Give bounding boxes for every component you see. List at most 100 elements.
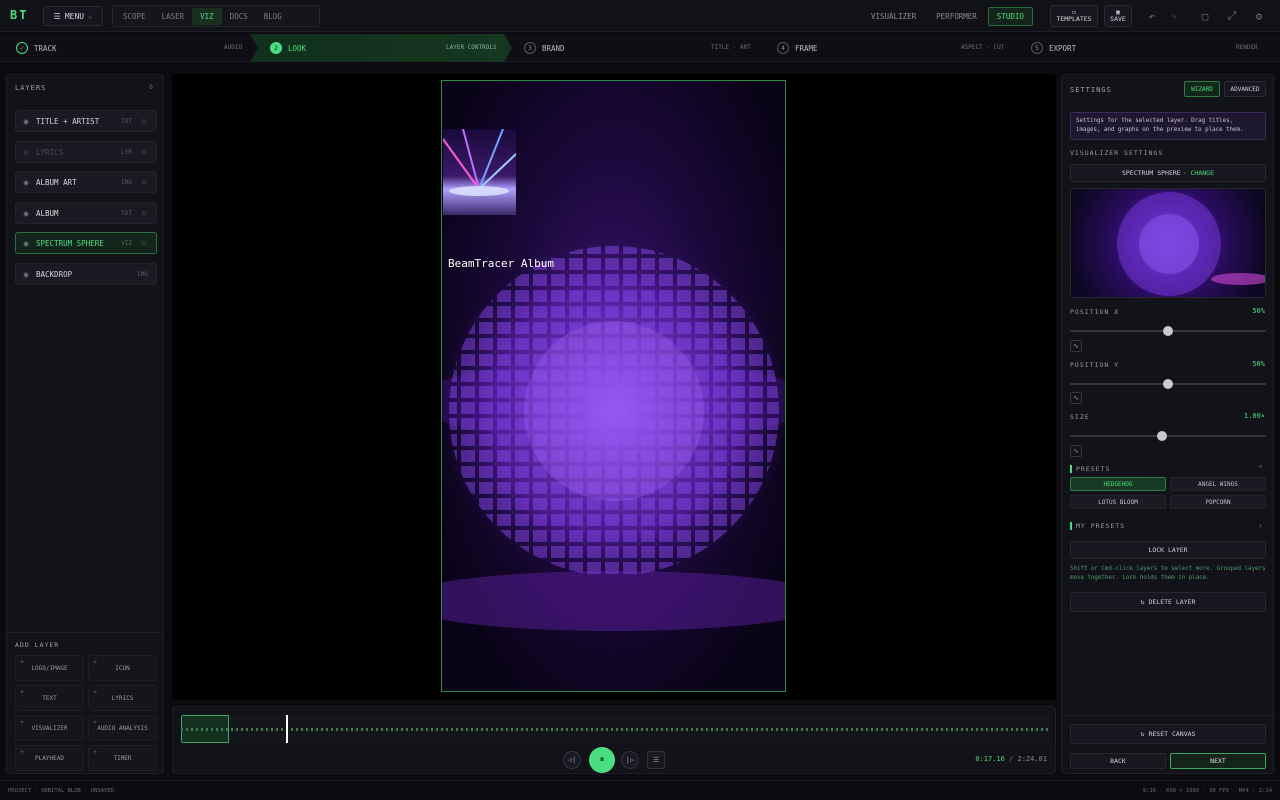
size-slider[interactable] [1070, 431, 1266, 441]
eye-icon[interactable]: ◉ [16, 270, 36, 279]
site-nav: SCOPE LASER VIZ DOCS BLOG [112, 5, 320, 27]
visualizer-selector[interactable]: SPECTRUM SPHERE · CHANGE [1070, 164, 1266, 182]
nav-blog[interactable]: BLOG [256, 8, 290, 25]
lock-icon[interactable]: ⌂ [142, 178, 146, 186]
preview-canvas[interactable]: BeamTracer Album [441, 80, 786, 692]
fullscreen-icon[interactable]: ⤢ [1224, 8, 1240, 24]
step-number: 2 [270, 42, 282, 54]
layer-lyrics[interactable]: ⊘ LYRICS LYR ⌂ [15, 141, 157, 163]
add-lyrics-button[interactable]: + LYRICS [88, 685, 157, 711]
layers-panel: LAYERS 6 ◉ TITLE + ARTIST TXT ⌂ ⊘ LYRICS… [6, 74, 164, 774]
change-link[interactable]: · CHANGE [1183, 169, 1214, 177]
presets-title: PRESETS [1076, 465, 1111, 473]
step-track[interactable]: ✓ TRACK AUDIO [16, 34, 246, 62]
layer-backdrop[interactable]: ◉ BACKDROP IMG [15, 263, 157, 285]
step-frame[interactable]: 4 FRAME ASPECT · CUT [777, 34, 1017, 62]
lock-icon[interactable]: ⌂ [142, 239, 146, 247]
mode-visualizer[interactable]: VISUALIZER [862, 7, 925, 26]
save-button[interactable]: ▣ SAVE [1104, 5, 1132, 27]
layer-album-art[interactable]: ◉ ALBUM ART IMG ⌂ [15, 171, 157, 193]
save-label: SAVE [1110, 15, 1126, 23]
waveform-icon[interactable]: ∿ [1070, 340, 1082, 352]
skip-forward-icon[interactable]: |▷ [621, 751, 639, 769]
visualizer-preview [1070, 188, 1266, 298]
layer-type: TXT [121, 209, 132, 217]
preset-hedgehog[interactable]: HEDGEHOG [1070, 477, 1166, 491]
add-label: LYRICS [111, 694, 134, 702]
preset-popcorn[interactable]: POPCORN [1170, 495, 1266, 509]
skip-back-icon[interactable]: ◁| [563, 751, 581, 769]
mode-switch: VISUALIZER PERFORMER STUDIO [862, 7, 1033, 26]
add-playhead-button[interactable]: + PLAYHEAD [15, 745, 84, 771]
menu-button[interactable]: ☰ MENU ⌄ [43, 6, 103, 26]
app-logo[interactable]: BT [10, 8, 28, 22]
templates-button[interactable]: ▭ TEMPLATES [1050, 5, 1098, 27]
plus-icon: + [20, 748, 25, 756]
step-look[interactable]: 2 LOOK LAYER CONTROLS [250, 34, 512, 62]
nav-docs[interactable]: DOCS [222, 8, 256, 25]
preset-angel-wings[interactable]: ANGEL WINGS [1170, 477, 1266, 491]
layer-type: IMG [137, 270, 148, 278]
back-button[interactable]: BACK [1070, 753, 1166, 769]
delete-layer-button[interactable]: ↻ DELETE LAYER [1070, 592, 1266, 612]
next-button[interactable]: NEXT [1170, 753, 1266, 769]
position-y-slider[interactable] [1070, 379, 1266, 389]
tab-wizard[interactable]: WIZARD [1184, 81, 1220, 97]
tab-advanced[interactable]: ADVANCED [1224, 81, 1266, 97]
chat-icon[interactable]: ▢ [1197, 8, 1213, 24]
plus-icon: + [20, 688, 25, 696]
eye-icon[interactable]: ◉ [16, 117, 36, 126]
lock-icon[interactable]: ⌂ [142, 209, 146, 217]
add-text-button[interactable]: + TEXT [15, 685, 84, 711]
lock-icon[interactable]: ⌂ [142, 117, 146, 125]
waveform-icon[interactable]: ∿ [1070, 445, 1082, 457]
add-icon-button[interactable]: + ICON [88, 655, 157, 681]
eye-icon[interactable]: ◉ [16, 239, 36, 248]
eye-icon[interactable]: ◉ [16, 178, 36, 187]
layer-title-artist[interactable]: ◉ TITLE + ARTIST TXT ⌂ [15, 110, 157, 132]
step-export[interactable]: 5 EXPORT RENDER [1031, 34, 1271, 62]
add-audio-analysis-button[interactable]: + AUDIO ANALYSIS [88, 715, 157, 741]
chevron-right-icon[interactable]: › [1258, 521, 1263, 530]
lock-layer-button[interactable]: LOCK LAYER [1070, 541, 1266, 559]
waveform-icon[interactable]: ∿ [1070, 392, 1082, 404]
eye-off-icon[interactable]: ⊘ [16, 148, 36, 157]
add-logo-image-button[interactable]: + LOGO/IMAGE [15, 655, 84, 681]
chevron-down-icon: ⌄ [88, 12, 93, 20]
play-pause-button[interactable]: ⏸ [589, 747, 615, 773]
reset-canvas-button[interactable]: ↻ RESET CANVAS [1070, 724, 1266, 744]
slider-knob[interactable] [1163, 326, 1173, 336]
step-brand[interactable]: 3 BRAND TITLE · ART [524, 34, 764, 62]
nav-viz[interactable]: VIZ [192, 7, 222, 25]
playhead[interactable] [286, 715, 288, 743]
nav-laser[interactable]: LASER [154, 8, 193, 25]
mode-performer[interactable]: PERFORMER [927, 7, 986, 26]
plus-icon: + [93, 748, 98, 756]
album-art-image[interactable] [442, 128, 517, 215]
time-separator: / [1009, 755, 1014, 763]
undo-icon[interactable]: ↶ [1144, 8, 1160, 24]
nav-scope[interactable]: SCOPE [115, 8, 154, 25]
eye-icon[interactable]: ◉ [16, 209, 36, 218]
add-label: AUDIO ANALYSIS [97, 724, 148, 732]
chevron-up-icon[interactable]: ⌃ [1258, 464, 1263, 473]
add-visualizer-button[interactable]: + VISUALIZER [15, 715, 84, 741]
add-label: TEXT [42, 694, 57, 702]
slider-knob[interactable] [1163, 379, 1173, 389]
mode-studio[interactable]: STUDIO [987, 7, 1033, 26]
redo-icon[interactable]: ↷ [1166, 8, 1182, 24]
menu-label: MENU [64, 11, 85, 21]
add-timer-button[interactable]: + TIMER [88, 745, 157, 771]
layer-album[interactable]: ◉ ALBUM TXT ⌂ [15, 202, 157, 224]
preset-lotus-bloom[interactable]: LOTUS BLOOM [1070, 495, 1166, 509]
waveform[interactable] [181, 715, 1049, 743]
position-x-slider[interactable] [1070, 326, 1266, 336]
layer-spectrum-sphere[interactable]: ◉ SPECTRUM SPHERE VIZ ⌂ [15, 232, 157, 254]
my-presets-header[interactable]: MY PRESETS [1070, 522, 1125, 530]
gear-icon[interactable]: ⚙ [1251, 8, 1267, 24]
lock-icon[interactable]: ⌂ [142, 148, 146, 156]
slider-knob[interactable] [1157, 431, 1168, 441]
presets-header[interactable]: PRESETS [1070, 465, 1110, 473]
album-title-text[interactable]: BeamTracer Album [448, 257, 554, 270]
sliders-icon[interactable]: ☰ [647, 751, 665, 769]
